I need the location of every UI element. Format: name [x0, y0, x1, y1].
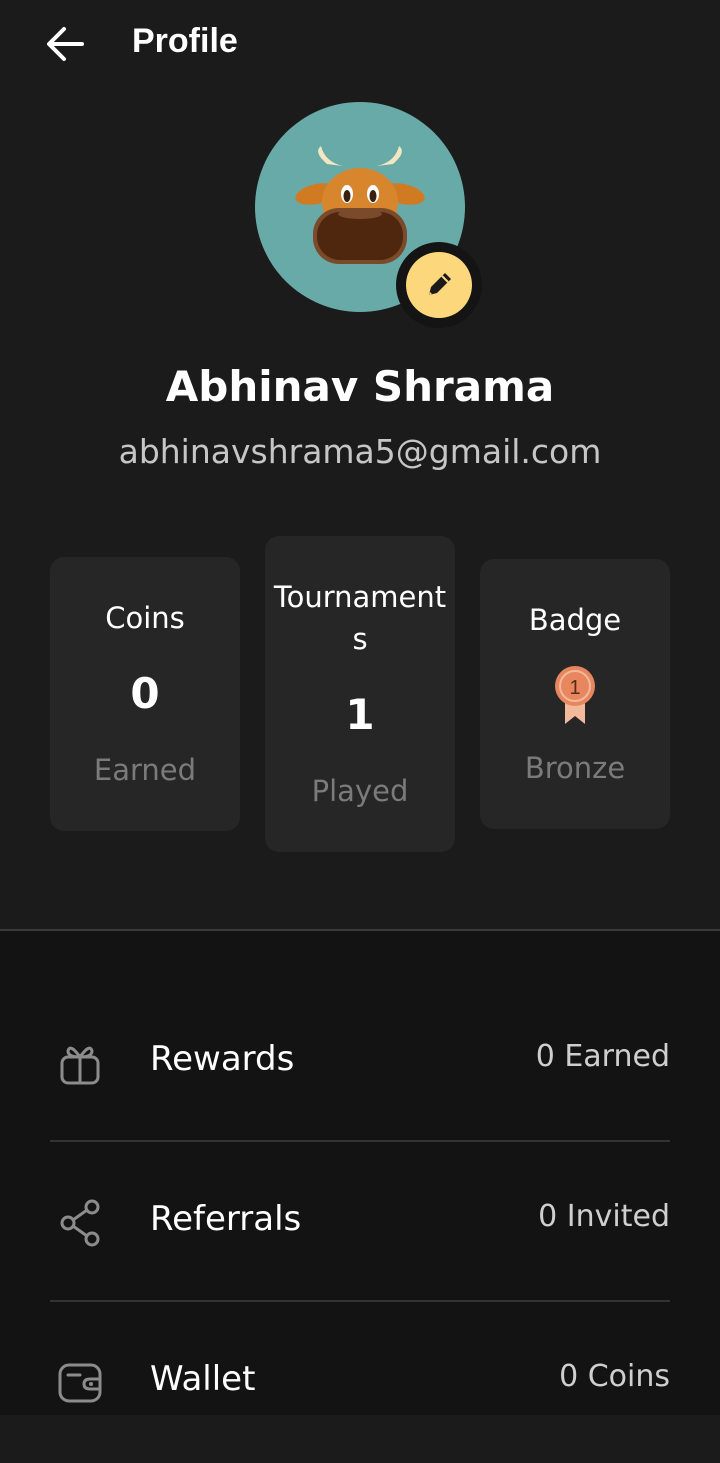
row-divider [50, 1300, 670, 1302]
tournaments-label-line2: s [352, 622, 368, 656]
profile-email: abhinavshrama5@gmail.com [118, 432, 602, 471]
coins-value: 0 [130, 669, 160, 718]
rewards-label: Rewards [150, 1039, 295, 1079]
row-divider [50, 1140, 670, 1142]
page-title: Profile [132, 22, 238, 60]
tournaments-sub: Played [311, 774, 409, 808]
tournaments-card[interactable]: Tournament s 1 Played [265, 536, 455, 852]
rewards-row[interactable]: Rewards 0 Earned [50, 983, 670, 1143]
rewards-value: 0 Earned [535, 1039, 670, 1074]
edit-avatar-button[interactable] [396, 242, 482, 328]
badge-card[interactable]: Badge 1 Bronze [480, 559, 670, 829]
coins-sub: Earned [93, 753, 197, 787]
arrow-left-icon [47, 27, 84, 61]
medal-number: 1 [569, 677, 580, 699]
wallet-label: Wallet [150, 1359, 256, 1399]
share-icon [60, 1199, 100, 1247]
edit-avatar-inner [406, 252, 472, 318]
wallet-value: 0 Coins [559, 1359, 670, 1394]
referrals-row[interactable]: Referrals 0 Invited [50, 1143, 670, 1303]
wallet-icon [58, 1363, 102, 1403]
profile-name: Abhinav Shrama [165, 362, 555, 411]
coins-card[interactable]: Coins 0 Earned [50, 557, 240, 831]
tournaments-label-line1: Tournament [273, 580, 447, 614]
referrals-label: Referrals [150, 1199, 302, 1239]
medal-icon: 1 [555, 666, 595, 724]
tournaments-value: 1 [345, 690, 375, 739]
top-bar: Profile [0, 0, 720, 90]
referrals-value: 0 Invited [538, 1199, 670, 1234]
badge-sub: Bronze [524, 751, 626, 785]
coins-label: Coins [105, 601, 185, 635]
gift-icon [60, 1046, 100, 1085]
badge-label: Badge [528, 603, 622, 637]
wallet-row[interactable]: Wallet 0 Coins [50, 1303, 670, 1463]
back-button[interactable] [40, 20, 90, 70]
pencil-icon [429, 273, 451, 295]
